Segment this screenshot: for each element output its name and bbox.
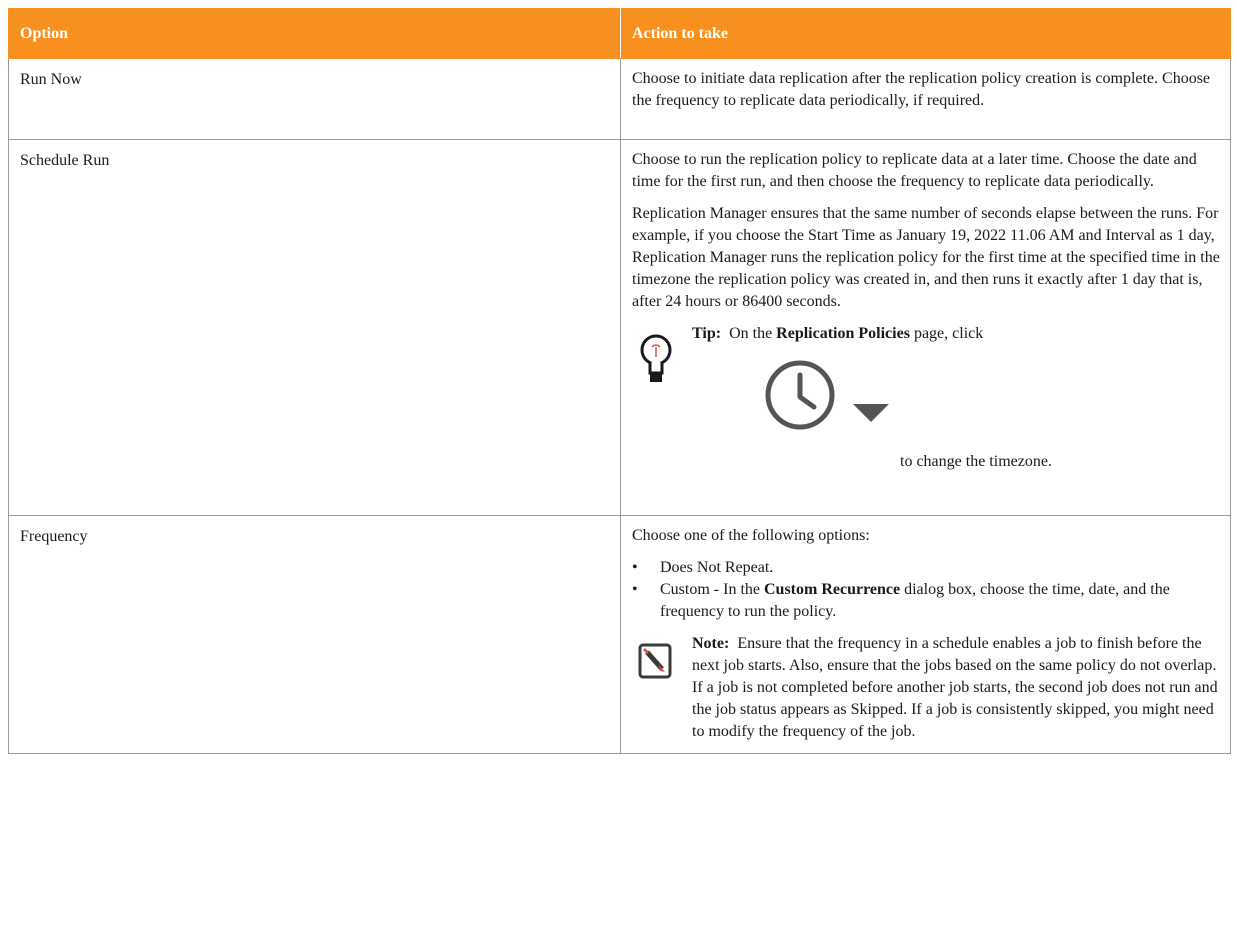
tip-bold-replication-policies: Replication Policies [776,325,910,342]
note-pencil-icon [638,643,672,679]
note-label: Note: [692,635,730,652]
custom-item-pre: Custom - In the [660,581,760,598]
option-frequency: Frequency [8,515,621,754]
timezone-control [692,357,1220,457]
lightbulb-icon [640,334,672,382]
action-run-now: Choose to initiate data replication afte… [620,58,1231,140]
note-box: Note: Ensure that the frequency in a sch… [632,633,1220,743]
tip-text: Tip: On the Replication Policies page, c… [692,323,1220,345]
tip-post: page, click [913,325,984,342]
options-table: Option Action to take Run Now Choose to … [8,8,1231,754]
clock-icon [765,360,835,430]
tip-box: Tip: On the Replication Policies page, c… [632,323,1220,473]
tip-label: Tip: [692,325,722,342]
table-header-row: Option Action to take [8,8,1231,59]
schedule-para-2: Replication Manager ensures that the sam… [632,205,1220,310]
header-action: Action to take [620,8,1231,59]
table-row-frequency: Frequency Choose one of the following op… [8,515,1231,754]
note-text: Note: Ensure that the frequency in a sch… [692,633,1220,743]
option-run-now: Run Now [8,58,621,140]
action-frequency: Choose one of the following options: Doe… [620,515,1231,754]
option-schedule-run: Schedule Run [8,139,621,516]
list-item: Does Not Repeat. [632,557,1220,579]
table-row-run-now: Run Now Choose to initiate data replicat… [8,58,1231,140]
frequency-options-list: Does Not Repeat. Custom - In the Custom … [632,557,1220,623]
note-body: Ensure that the frequency in a schedule … [692,635,1218,740]
frequency-intro: Choose one of the following options: [632,527,870,544]
tip-pre: On the [729,325,773,342]
header-option: Option [8,8,621,59]
custom-item-bold: Custom Recurrence [764,581,901,598]
action-schedule-run: Choose to run the replication policy to … [620,139,1231,516]
table-row-schedule-run: Schedule Run Choose to run the replicati… [8,139,1231,516]
schedule-para-1: Choose to run the replication policy to … [632,151,1197,190]
caret-down-icon [853,404,889,422]
action-run-now-text: Choose to initiate data replication afte… [632,70,1211,109]
list-item: Custom - In the Custom Recurrence dialog… [632,579,1220,623]
